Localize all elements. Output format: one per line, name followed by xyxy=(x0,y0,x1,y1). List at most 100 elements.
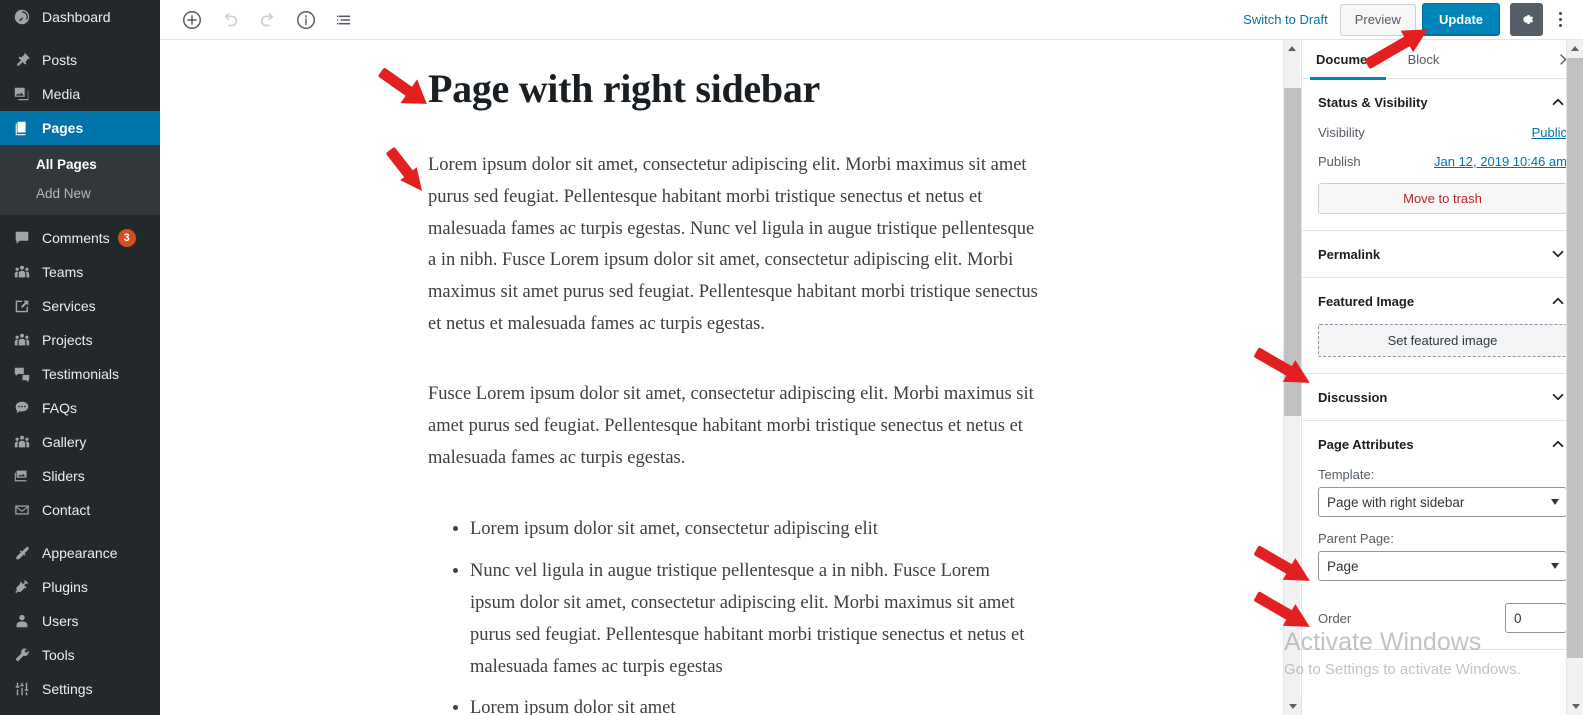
sidebar-item-dashboard[interactable]: Dashboard xyxy=(0,0,160,34)
panel-discussion: Discussion xyxy=(1302,374,1583,421)
post-content-area[interactable]: Page with right sidebar Lorem ipsum dolo… xyxy=(160,40,1301,715)
panel-page-attributes: Page Attributes Template: Page with righ… xyxy=(1302,421,1583,650)
sidebar-item-users[interactable]: Users xyxy=(0,604,160,638)
sidebar-item-label: Projects xyxy=(42,332,93,348)
set-featured-image-button[interactable]: Set featured image xyxy=(1318,324,1567,357)
comments-icon xyxy=(12,228,32,248)
teams-icon xyxy=(12,262,32,282)
menu-separator xyxy=(0,34,160,43)
chevron-up-icon xyxy=(1552,98,1564,106)
sidebar-item-contact[interactable]: Contact xyxy=(0,493,160,527)
sidebar-item-settings[interactable]: Settings xyxy=(0,672,160,706)
editor-scrollbar[interactable] xyxy=(1283,40,1301,715)
settings-scroll-thumb[interactable] xyxy=(1567,58,1583,658)
list-block[interactable]: Lorem ipsum dolor sit amet, consectetur … xyxy=(428,514,1038,715)
sidebar-item-label: Comments xyxy=(42,230,110,246)
sidebar-item-posts[interactable]: Posts xyxy=(0,43,160,77)
panel-status-visibility-body: Visibility Public Publish Jan 12, 2019 1… xyxy=(1302,125,1583,230)
sidebar-item-label: Settings xyxy=(42,681,93,697)
panel-discussion-header[interactable]: Discussion xyxy=(1302,374,1583,420)
sidebar-item-label: Services xyxy=(42,298,96,314)
publish-row: Publish Jan 12, 2019 10:46 am xyxy=(1318,154,1567,169)
sidebar-item-sliders[interactable]: Sliders xyxy=(0,459,160,493)
tools-icon xyxy=(12,645,32,665)
panel-featured-image-body: Set featured image xyxy=(1302,324,1583,373)
scroll-up-arrow-icon[interactable] xyxy=(1284,40,1300,57)
panel-featured-image-header[interactable]: Featured Image xyxy=(1302,278,1583,324)
sidebar-item-teams[interactable]: Teams xyxy=(0,255,160,289)
switch-to-draft-button[interactable]: Switch to Draft xyxy=(1231,12,1340,27)
list-view-icon[interactable] xyxy=(326,2,362,38)
chevron-down-icon xyxy=(1552,393,1564,401)
scroll-down-arrow-icon[interactable] xyxy=(1284,698,1301,715)
order-input[interactable] xyxy=(1505,603,1567,633)
publish-date-link[interactable]: Jan 12, 2019 10:46 am xyxy=(1434,154,1567,169)
tab-block[interactable]: Block xyxy=(1394,40,1454,79)
submenu-item-all-pages[interactable]: All Pages xyxy=(0,150,160,179)
list-item[interactable]: Lorem ipsum dolor sit amet xyxy=(470,693,1038,715)
editor-header-actions: Switch to Draft Preview Update xyxy=(1231,3,1575,36)
undo-icon[interactable] xyxy=(212,2,248,38)
panel-status-visibility: Status & Visibility Visibility Public Pu… xyxy=(1302,79,1583,231)
list-item[interactable]: Nunc vel ligula in augue tristique pelle… xyxy=(470,556,1038,683)
settings-scrollbar[interactable] xyxy=(1566,40,1583,715)
comments-count-badge: 3 xyxy=(117,229,136,247)
sidebar-item-label: Teams xyxy=(42,264,84,280)
submenu-item-add-new[interactable]: Add New xyxy=(0,179,160,208)
panel-permalink-header[interactable]: Permalink xyxy=(1302,231,1583,277)
panel-title: Featured Image xyxy=(1318,293,1415,309)
users-icon xyxy=(12,611,32,631)
sidebar-item-pages[interactable]: Pages xyxy=(0,111,160,145)
sidebar-item-gallery[interactable]: Gallery xyxy=(0,425,160,459)
move-to-trash-button[interactable]: Move to trash xyxy=(1318,183,1567,214)
sidebar-item-testimonials[interactable]: Testimonials xyxy=(0,357,160,391)
redo-icon[interactable] xyxy=(250,2,286,38)
sidebar-item-comments[interactable]: Comments 3 xyxy=(0,221,160,255)
sidebar-item-appearance[interactable]: Appearance xyxy=(0,536,160,570)
gear-icon[interactable] xyxy=(1510,3,1543,36)
paragraph-block[interactable]: Lorem ipsum dolor sit amet, consectetur … xyxy=(428,150,1038,341)
block-editor: Switch to Draft Preview Update Page with… xyxy=(160,0,1583,715)
panel-page-attributes-header[interactable]: Page Attributes xyxy=(1302,421,1583,467)
panel-page-attributes-body: Template: Page with right sidebar Parent… xyxy=(1302,467,1583,649)
page-title[interactable]: Page with right sidebar xyxy=(428,66,1038,112)
order-label: Order xyxy=(1318,610,1352,626)
menu-separator xyxy=(0,527,160,536)
info-icon[interactable] xyxy=(288,2,324,38)
sidebar-item-label: FAQs xyxy=(42,400,78,416)
kebab-menu-icon[interactable] xyxy=(1545,3,1575,36)
visibility-value-link[interactable]: Public xyxy=(1532,125,1567,140)
sidebar-item-tools[interactable]: Tools xyxy=(0,638,160,672)
paragraph-block[interactable]: Fusce Lorem ipsum dolor sit amet, consec… xyxy=(428,379,1038,474)
editor-header: Switch to Draft Preview Update xyxy=(160,0,1583,40)
panel-title: Status & Visibility xyxy=(1318,94,1428,110)
sidebar-item-plugins[interactable]: Plugins xyxy=(0,570,160,604)
appearance-icon xyxy=(12,543,32,563)
template-select[interactable]: Page with right sidebar xyxy=(1318,487,1567,517)
add-block-icon[interactable] xyxy=(174,2,210,38)
order-row: Order xyxy=(1318,603,1567,633)
scroll-up-arrow-icon[interactable] xyxy=(1567,40,1583,57)
sidebar-item-label: Contact xyxy=(42,502,91,518)
preview-button[interactable]: Preview xyxy=(1339,3,1416,36)
sidebar-item-label: Dashboard xyxy=(42,9,111,25)
parent-page-label: Parent Page: xyxy=(1318,531,1394,546)
sidebar-item-faqs[interactable]: FAQs xyxy=(0,391,160,425)
scroll-down-arrow-icon[interactable] xyxy=(1567,698,1583,715)
panel-title: Permalink xyxy=(1318,246,1381,262)
editor-scroll-thumb[interactable] xyxy=(1284,88,1301,416)
settings-icon xyxy=(12,679,32,699)
parent-page-select[interactable]: Page xyxy=(1318,551,1567,581)
list-item[interactable]: Lorem ipsum dolor sit amet, consectetur … xyxy=(470,514,1038,546)
panel-status-visibility-header[interactable]: Status & Visibility xyxy=(1302,79,1583,125)
sidebar-item-label: Sliders xyxy=(42,468,85,484)
sidebar-item-services[interactable]: Services xyxy=(0,289,160,323)
update-button[interactable]: Update xyxy=(1421,3,1500,36)
visibility-label: Visibility xyxy=(1318,125,1365,140)
sidebar-item-label: Tools xyxy=(42,647,75,663)
sidebar-item-media[interactable]: Media xyxy=(0,77,160,111)
sidebar-item-label: Posts xyxy=(42,52,78,68)
sidebar-item-projects[interactable]: Projects xyxy=(0,323,160,357)
tab-document[interactable]: Document xyxy=(1302,40,1394,80)
panel-title: Discussion xyxy=(1318,389,1388,405)
